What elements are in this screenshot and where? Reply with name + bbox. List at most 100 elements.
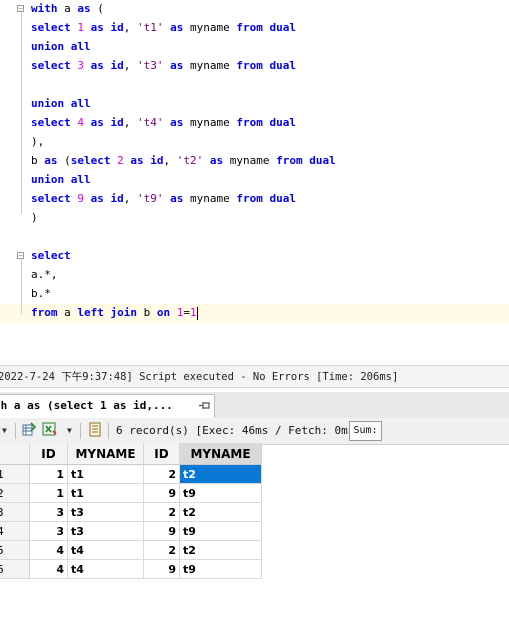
code-token: dual [269, 21, 296, 34]
code-token: id [110, 59, 124, 72]
code-token: as [90, 21, 104, 34]
code-line[interactable]: select 4 as id, 't4' as myname from dual [31, 113, 296, 132]
code-token: with [31, 2, 58, 15]
fold-collapse-icon[interactable]: − [17, 252, 24, 260]
row-number[interactable]: 5 [0, 541, 30, 560]
code-line[interactable]: with a as ( [31, 0, 104, 18]
code-line[interactable]: union all [31, 170, 91, 189]
code-token: as [209, 154, 224, 167]
code-line[interactable]: ), [31, 132, 44, 151]
result-tab-label: th a as (select 1 as id,... [0, 399, 173, 412]
pin-icon[interactable] [198, 400, 212, 414]
table-cell[interactable]: t2 [180, 541, 262, 560]
code-line[interactable]: select [31, 246, 71, 265]
table-cell[interactable]: 4 [30, 560, 68, 579]
row-number[interactable]: 3 [0, 503, 30, 522]
code-token: as [170, 192, 184, 205]
table-cell[interactable]: t1 [68, 465, 144, 484]
code-token: a [57, 306, 78, 319]
toolbar-separator [80, 423, 81, 439]
record-details-icon[interactable] [88, 422, 102, 439]
grid-corner[interactable] [0, 443, 30, 465]
code-line[interactable]: a.*, [31, 265, 58, 284]
code-line[interactable]: ) [31, 208, 38, 227]
sum-field[interactable]: Sum: [349, 421, 382, 441]
row-number[interactable]: 6 [0, 560, 30, 579]
code-token: as [77, 2, 91, 15]
code-token: myname [183, 192, 237, 205]
dropdown-arrow-icon[interactable]: ▼ [67, 422, 72, 439]
fold-collapse-icon[interactable]: − [17, 5, 24, 13]
code-token: dual [309, 154, 336, 167]
row-number[interactable]: 1 [0, 465, 30, 484]
table-cell[interactable]: t2 [180, 465, 262, 484]
grid-view-icon[interactable] [22, 422, 38, 439]
code-token: union all [31, 173, 91, 186]
column-header-id[interactable]: ID [144, 443, 180, 465]
table-cell[interactable]: 9 [144, 522, 180, 541]
export-excel-icon[interactable] [42, 422, 58, 439]
code-token: , [163, 154, 177, 167]
code-token: a.*, [31, 268, 58, 281]
code-token: , [123, 59, 137, 72]
column-header-myname[interactable]: MYNAME [180, 443, 262, 465]
code-line[interactable]: b as (select 2 as id, 't2' as myname fro… [31, 151, 336, 170]
code-line[interactable]: b.* [31, 284, 51, 303]
table-cell[interactable]: t4 [68, 541, 144, 560]
table-cell[interactable]: 9 [144, 560, 180, 579]
code-token: 4 [77, 116, 84, 129]
row-number[interactable]: 4 [0, 522, 30, 541]
code-line[interactable]: select 9 as id, 't9' as myname from dual [31, 189, 296, 208]
column-header-myname[interactable]: MYNAME [68, 443, 144, 465]
code-token: id [110, 21, 124, 34]
result-tab[interactable]: th a as (select 1 as id,... [0, 394, 215, 419]
table-cell[interactable]: t9 [180, 522, 262, 541]
text-cursor [196, 306, 198, 320]
column-header-id[interactable]: ID [30, 443, 68, 465]
code-line[interactable]: union all [31, 37, 91, 56]
code-token: ( [57, 154, 71, 167]
sql-editor[interactable]: − − with a as (select 1 as id, 't1' as m… [0, 0, 509, 365]
table-cell[interactable]: 2 [144, 465, 180, 484]
table-cell[interactable]: t3 [68, 503, 144, 522]
code-token: ), [31, 135, 45, 148]
table-cell[interactable]: t1 [68, 484, 144, 503]
code-line[interactable]: select 3 as id, 't3' as myname from dual [31, 56, 296, 75]
table-cell[interactable]: 3 [30, 522, 68, 541]
row-number[interactable]: 2 [0, 484, 30, 503]
code-token: 1 [77, 21, 84, 34]
table-cell[interactable]: t3 [68, 522, 144, 541]
dropdown-arrow-icon[interactable]: ▼ [2, 422, 7, 439]
code-token: id [110, 192, 124, 205]
code-token: select [31, 116, 71, 129]
code-token: 't4' [137, 116, 164, 129]
table-cell[interactable]: 3 [30, 503, 68, 522]
table-cell[interactable]: 1 [30, 465, 68, 484]
code-token: from [236, 21, 263, 34]
code-line[interactable]: from a left join b on 1=1 [31, 303, 198, 322]
code-token: select [70, 154, 111, 167]
code-token: 2 [117, 154, 124, 167]
code-token: as [90, 59, 104, 72]
table-cell[interactable]: 2 [144, 541, 180, 560]
table-cell[interactable]: t9 [180, 560, 262, 579]
table-cell[interactable]: 9 [144, 484, 180, 503]
code-token: as [170, 21, 184, 34]
table-cell[interactable]: 1 [30, 484, 68, 503]
code-line[interactable]: select 1 as id, 't1' as myname from dual [31, 18, 296, 37]
table-cell[interactable]: t9 [180, 484, 262, 503]
code-token: as [90, 116, 104, 129]
table-cell[interactable]: t2 [180, 503, 262, 522]
code-token: on [156, 306, 171, 319]
code-token: ) [31, 211, 38, 224]
code-line[interactable]: union all [31, 94, 91, 113]
code-token: union all [31, 97, 91, 110]
table-cell[interactable]: 4 [30, 541, 68, 560]
table-cell[interactable]: t4 [68, 560, 144, 579]
table-cell[interactable]: 2 [144, 503, 180, 522]
